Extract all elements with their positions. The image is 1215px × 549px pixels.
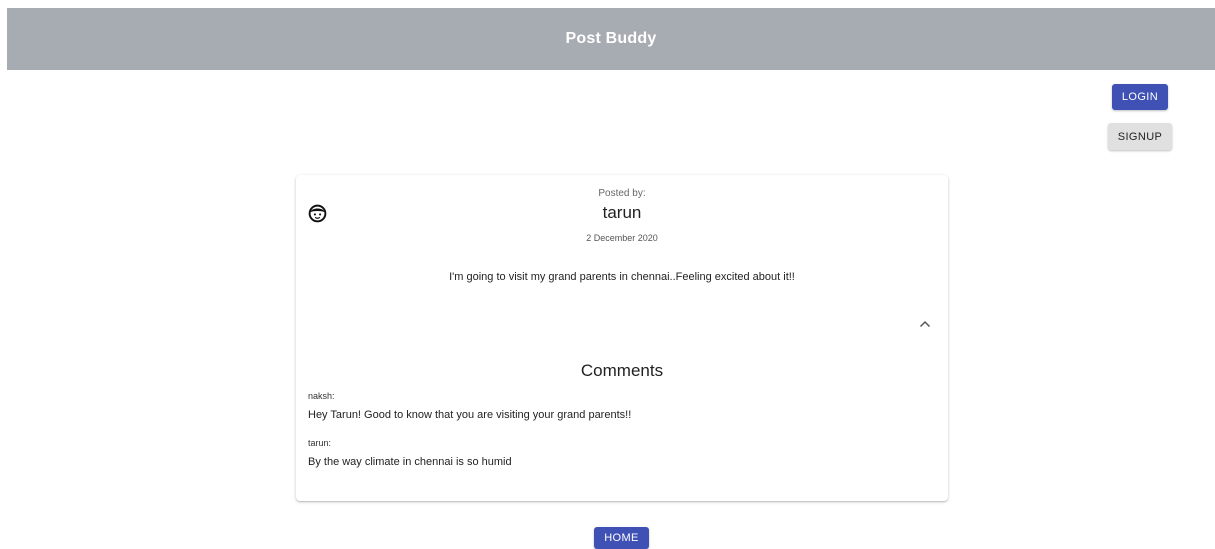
chevron-up-icon[interactable] — [917, 316, 933, 332]
comment-author: tarun: — [308, 438, 332, 448]
post-author: tarun — [602, 203, 642, 222]
signup-button[interactable]: SIGNUP — [1108, 123, 1172, 150]
app-title: Post Buddy — [565, 30, 657, 47]
comment-author: naksh: — [308, 391, 335, 401]
post-date: 2 December 2020 — [586, 233, 658, 243]
login-button[interactable]: LOGIN — [1112, 84, 1168, 110]
home-button[interactable]: HOME — [594, 527, 649, 549]
app-bar: Post Buddy — [7, 8, 1215, 70]
comment-text: By the way climate in chennai is so humi… — [308, 456, 512, 468]
post-card: Posted by: tarun 2 December 2020 I'm goi… — [296, 175, 948, 501]
post-text: I'm going to visit my grand parents in c… — [449, 271, 795, 283]
comment-text: Hey Tarun! Good to know that you are vis… — [308, 409, 632, 421]
posted-by-label: Posted by: — [598, 188, 646, 199]
comments-title: Comments — [580, 361, 664, 380]
